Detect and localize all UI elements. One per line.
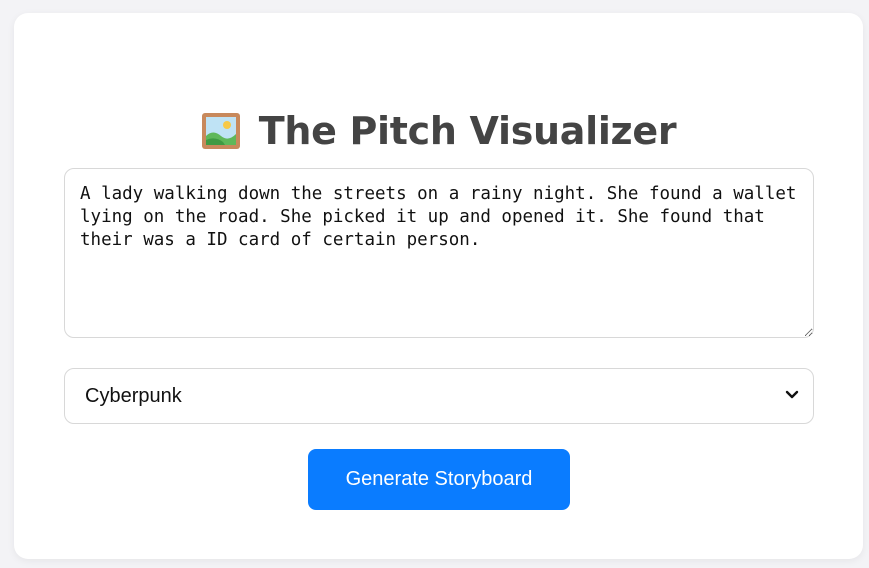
chevron-down-icon bbox=[785, 387, 799, 405]
header: The Pitch Visualizer bbox=[14, 107, 863, 155]
style-select[interactable]: Cyberpunk bbox=[64, 368, 814, 424]
story-input[interactable] bbox=[64, 168, 814, 338]
style-select-value: Cyberpunk bbox=[85, 384, 182, 407]
page-title: The Pitch Visualizer bbox=[258, 109, 677, 153]
framed-picture-icon bbox=[201, 112, 241, 150]
generate-storyboard-button[interactable]: Generate Storyboard bbox=[308, 449, 570, 510]
main-card: The Pitch Visualizer Cyberpunk Generate … bbox=[14, 13, 863, 559]
